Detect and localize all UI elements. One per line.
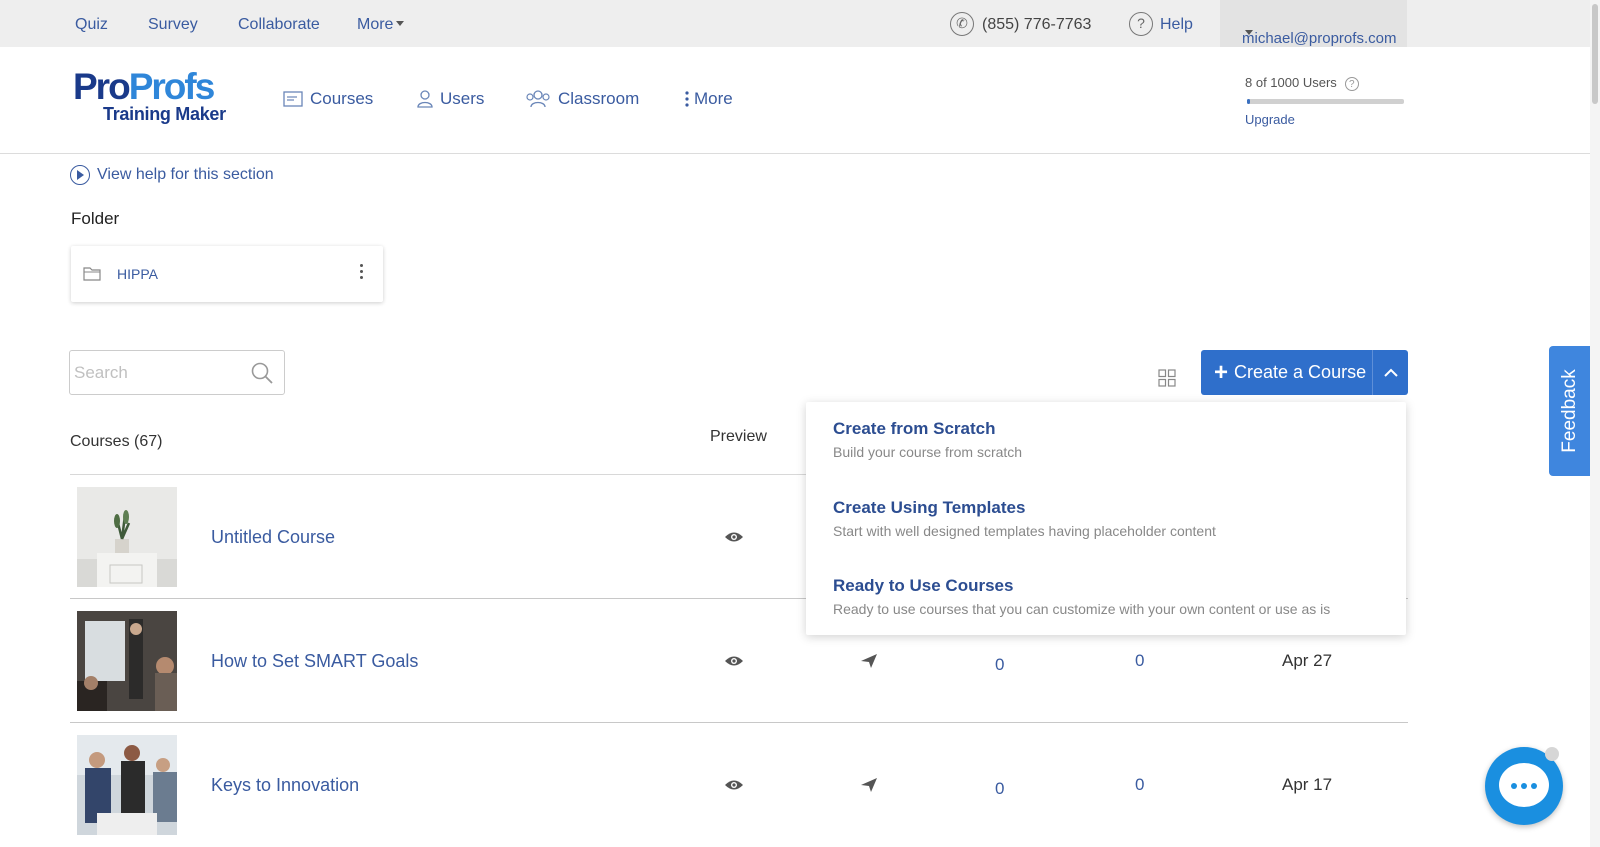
create-course-dropdown: Create from Scratch Build your course fr… — [806, 402, 1406, 635]
folder-heading: Folder — [71, 209, 120, 228]
course-thumbnail[interactable] — [77, 735, 177, 835]
play-icon — [70, 165, 90, 185]
topbar-link-collaborate[interactable]: Collaborate — [238, 16, 320, 34]
course-stat-2[interactable]: 0 — [1135, 775, 1144, 795]
search-icon[interactable] — [250, 361, 274, 385]
send-icon[interactable] — [860, 653, 878, 669]
topbar-more-menu[interactable]: More — [357, 16, 405, 34]
logo-subtitle: Training Maker — [103, 104, 226, 124]
team-image — [77, 735, 177, 835]
folder-options-icon[interactable] — [358, 264, 364, 282]
chat-status-badge — [1545, 747, 1559, 761]
nav-classroom[interactable]: Classroom — [525, 89, 639, 109]
course-title[interactable]: Keys to Innovation — [211, 775, 359, 796]
phone-icon: ✆ — [950, 12, 974, 36]
meeting-image — [77, 611, 177, 711]
feedback-label: Feedback — [1559, 369, 1580, 453]
phone-number[interactable]: (855) 776-7763 — [982, 16, 1091, 34]
group-icon — [526, 90, 550, 108]
menu-item-description: Start with well designed templates havin… — [833, 523, 1216, 539]
courses-icon — [283, 91, 303, 107]
chat-widget-button[interactable] — [1485, 747, 1563, 825]
nav-users-label: Users — [440, 89, 485, 108]
topbar-link-quiz[interactable]: Quiz — [75, 16, 108, 34]
send-icon[interactable] — [860, 777, 878, 793]
chevron-down-icon — [396, 21, 405, 26]
upgrade-link[interactable]: Upgrade — [1245, 112, 1295, 127]
menu-item-title: Create from Scratch — [833, 419, 996, 438]
folder-name: HIPPA — [117, 266, 158, 282]
course-date: Apr 17 — [1282, 775, 1333, 794]
topbar-more-label: More — [357, 16, 394, 33]
help-icon[interactable]: ? — [1129, 12, 1153, 36]
menu-item-title: Ready to Use Courses — [833, 576, 1014, 595]
users-progress-bar — [1247, 99, 1404, 104]
create-course-button[interactable]: + Create a Course — [1201, 350, 1373, 395]
menu-item-description: Ready to use courses that you can custom… — [833, 601, 1331, 617]
logo-text-profs: Profs — [128, 66, 216, 107]
menu-item-ready-to-use-courses[interactable]: Ready to Use Courses Ready to use course… — [833, 576, 1330, 617]
nav-users[interactable]: Users — [417, 89, 484, 109]
course-stat-2[interactable]: 0 — [1135, 651, 1144, 671]
main-header: ProProfs Training Maker Courses Users Cl… — [0, 47, 1590, 154]
folder-icon — [83, 267, 101, 281]
eye-icon[interactable] — [724, 530, 744, 544]
menu-item-create-using-templates[interactable]: Create Using Templates Start with well d… — [833, 498, 1216, 539]
help-link[interactable]: Help — [1160, 16, 1193, 34]
nav-courses[interactable]: Courses — [283, 89, 373, 109]
chevron-down-icon — [1245, 30, 1253, 35]
search-box — [69, 350, 285, 395]
course-title[interactable]: How to Set SMART Goals — [211, 651, 418, 672]
users-count-text: 8 of 1000 Users — [1245, 75, 1337, 90]
view-help-label: View help for this section — [97, 166, 274, 183]
create-course-label: Create a Course — [1234, 362, 1367, 382]
chevron-up-icon — [1383, 368, 1398, 377]
menu-item-description: Build your course from scratch — [833, 444, 1023, 460]
topbar-link-survey[interactable]: Survey — [148, 16, 198, 34]
question-icon[interactable]: ? — [1344, 77, 1359, 91]
menu-item-create-from-scratch[interactable]: Create from Scratch Build your course fr… — [833, 419, 1022, 460]
plus-icon: + — [1214, 358, 1229, 386]
user-icon — [417, 90, 433, 108]
course-stat-1[interactable]: 0 — [995, 655, 1004, 675]
vertical-dots-icon — [685, 91, 689, 107]
courses-count-heading: Courses (67) — [70, 433, 163, 450]
typing-dots-icon — [1511, 783, 1541, 789]
folder-card[interactable]: HIPPA — [71, 246, 383, 302]
scrollbar-thumb[interactable] — [1592, 4, 1598, 104]
users-count: 8 of 1000 Users? — [1245, 75, 1359, 91]
user-account-menu[interactable]: michael@proprofs.com — [1220, 0, 1407, 47]
proprofs-logo[interactable]: ProProfs Training Maker — [73, 66, 243, 124]
plant-image — [77, 487, 177, 587]
create-course-toggle[interactable] — [1373, 350, 1408, 395]
table-row[interactable]: Keys to Innovation 0 0 Apr 17 — [70, 723, 1408, 847]
nav-classroom-label: Classroom — [558, 89, 640, 108]
eye-icon[interactable] — [724, 778, 744, 792]
preview-column-heading: Preview — [710, 428, 767, 445]
view-help-link[interactable]: View help for this section — [70, 165, 274, 185]
top-utility-bar: Quiz Survey Collaborate More ✆ (855) 776… — [0, 0, 1590, 47]
course-thumbnail[interactable] — [77, 487, 177, 587]
search-input[interactable] — [74, 361, 244, 385]
grid-view-icon[interactable] — [1158, 369, 1176, 387]
user-email: michael@proprofs.com — [1242, 30, 1397, 47]
create-course-button-group: + Create a Course — [1201, 350, 1408, 395]
users-progress-fill — [1247, 99, 1251, 104]
logo-text-pro: Pro — [73, 66, 131, 107]
course-title[interactable]: Untitled Course — [211, 527, 335, 548]
menu-item-title: Create Using Templates — [833, 498, 1026, 517]
course-date: Apr 27 — [1282, 651, 1333, 670]
nav-more-label: More — [694, 89, 733, 108]
course-stat-1[interactable]: 0 — [995, 779, 1004, 799]
course-thumbnail[interactable] — [77, 611, 177, 711]
nav-courses-label: Courses — [310, 89, 374, 108]
feedback-tab[interactable]: Feedback — [1549, 346, 1591, 476]
nav-more[interactable]: More — [684, 89, 733, 109]
page-scrollbar[interactable] — [1590, 0, 1600, 847]
eye-icon[interactable] — [724, 654, 744, 668]
